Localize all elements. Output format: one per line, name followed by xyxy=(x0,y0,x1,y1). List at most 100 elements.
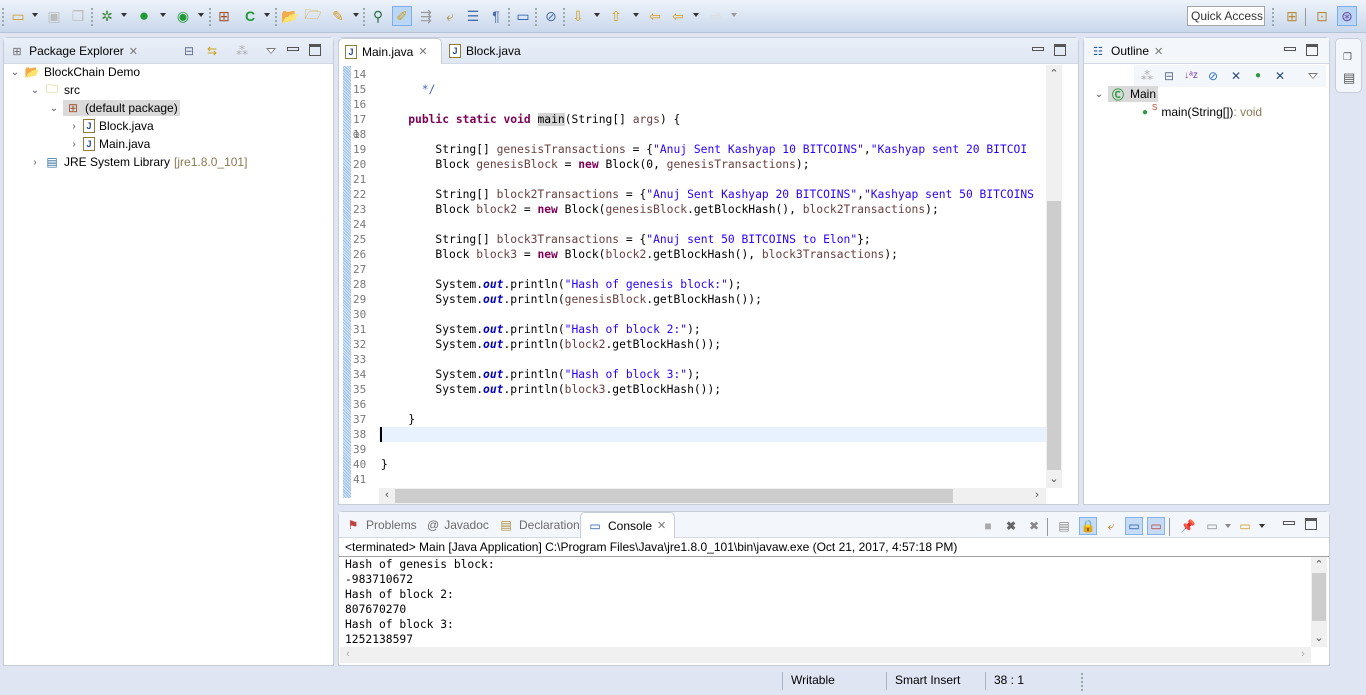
tree-item-jre-library[interactable]: › ▤ JRE System Library [jre1.8.0_101] xyxy=(30,153,247,171)
new-icon[interactable]: ▭ xyxy=(8,6,28,26)
minimize-icon[interactable] xyxy=(287,47,299,51)
show-on-stdout-icon[interactable]: ▭ xyxy=(1125,517,1143,535)
save-all-icon[interactable]: ❐ xyxy=(68,6,88,26)
scroll-left-icon[interactable]: ‹ xyxy=(340,648,356,660)
code-line[interactable]: String[] block2Transactions = {"Anuj Sen… xyxy=(381,187,1034,202)
tab-package-explorer[interactable]: ⊞ Package Explorer ✕ xyxy=(4,38,144,64)
scroll-right-icon[interactable]: › xyxy=(1029,489,1045,501)
show-on-stderr-icon[interactable]: ▭ xyxy=(1147,517,1165,535)
code-line[interactable]: Block block3 = new Block(block2.getBlock… xyxy=(381,247,898,262)
terminate-icon[interactable]: ■ xyxy=(979,517,997,535)
scroll-up-icon[interactable]: ⌃ xyxy=(1311,558,1327,571)
view-menu-icon[interactable] xyxy=(266,48,276,54)
next-annotation-dropdown[interactable] xyxy=(594,13,600,17)
minimize-icon[interactable] xyxy=(1283,521,1295,525)
toggle-block-selection-icon[interactable]: ⤶ xyxy=(440,6,460,26)
resource-perspective-icon[interactable]: ⊡ xyxy=(1312,6,1332,26)
sort-icon[interactable]: ↓ᵃz xyxy=(1184,69,1198,83)
code-line[interactable]: System.out.println(block2.getBlockHash()… xyxy=(381,337,721,352)
chevron-right-icon[interactable]: › xyxy=(69,121,79,132)
forward-dropdown[interactable] xyxy=(731,13,737,17)
scroll-left-icon[interactable]: ‹ xyxy=(379,489,395,501)
task-list-icon[interactable]: ▤ xyxy=(1343,70,1355,86)
editor-vertical-scrollbar[interactable]: ⌃ ⌄ xyxy=(1046,65,1062,488)
scroll-down-icon[interactable]: ⌄ xyxy=(1311,631,1327,644)
display-console-dropdown[interactable] xyxy=(1225,524,1231,528)
previous-annotation-icon[interactable]: ⇧ xyxy=(606,6,626,26)
save-icon[interactable]: ▣ xyxy=(44,6,64,26)
new-dropdown[interactable] xyxy=(32,13,38,17)
tree-item-project[interactable]: ⌄ 📂 BlockChain Demo xyxy=(10,63,140,81)
chevron-down-icon[interactable]: ⌄ xyxy=(30,85,40,96)
code-line[interactable]: public static void main(String[] args) { xyxy=(381,112,680,127)
scroll-thumb[interactable] xyxy=(395,489,953,503)
minimize-icon[interactable] xyxy=(1032,47,1044,51)
external-tools-dropdown[interactable] xyxy=(198,13,204,17)
chevron-down-icon[interactable]: ⌄ xyxy=(10,67,20,78)
maximize-icon[interactable] xyxy=(1054,44,1066,56)
console-vertical-scrollbar[interactable]: ⌃ ⌄ xyxy=(1311,557,1327,647)
scroll-thumb[interactable] xyxy=(1047,201,1061,470)
console-view-icon[interactable]: ▭ xyxy=(513,6,533,26)
display-console-icon[interactable]: ▭ xyxy=(1203,517,1221,535)
open-type-icon[interactable]: 📂 xyxy=(280,6,300,26)
new-class-dropdown[interactable] xyxy=(264,13,270,17)
chevron-down-icon[interactable]: ⌄ xyxy=(1094,89,1104,100)
code-line[interactable]: System.out.println("Hash of block 2:"); xyxy=(381,322,700,337)
tree-item-main-java[interactable]: › J Main.java xyxy=(69,135,150,153)
outline-item-method[interactable]: ● S main(String[]) : void xyxy=(1142,103,1262,121)
code-line[interactable]: */ xyxy=(381,82,436,97)
maximize-icon[interactable] xyxy=(1305,518,1317,530)
hide-non-public-icon[interactable]: ● xyxy=(1251,69,1265,83)
close-icon[interactable]: ✕ xyxy=(129,45,138,58)
run-icon[interactable]: ● xyxy=(134,6,154,26)
open-console-dropdown[interactable] xyxy=(1259,524,1265,528)
restore-icon[interactable]: ❐ xyxy=(1343,52,1352,63)
search-icon[interactable]: ✎ xyxy=(328,6,348,26)
remove-launch-icon[interactable]: ✖ xyxy=(1002,517,1020,535)
scroll-right-icon[interactable]: › xyxy=(1295,648,1311,660)
show-whitespace-icon[interactable]: ☰ xyxy=(463,6,483,26)
tab-console[interactable]: ▭ Console ✕ xyxy=(580,512,675,538)
hide-static-icon[interactable]: ✕ xyxy=(1229,69,1243,83)
tab-outline[interactable]: ☷ Outline ✕ xyxy=(1084,38,1169,64)
close-icon[interactable]: ✕ xyxy=(418,45,427,58)
hide-local-types-icon[interactable]: ✕ xyxy=(1273,69,1287,83)
java-perspective-icon[interactable]: ⊛ xyxy=(1337,6,1357,26)
minimize-icon[interactable] xyxy=(1284,47,1296,51)
scroll-down-icon[interactable]: ⌄ xyxy=(1046,472,1062,485)
tree-item-block-java[interactable]: › J Block.java xyxy=(69,117,154,135)
tab-main-java[interactable]: J Main.java ✕ xyxy=(338,38,442,64)
pin-console-icon[interactable]: 📌 xyxy=(1179,517,1197,535)
next-annotation-icon[interactable]: ⇩ xyxy=(568,6,588,26)
scroll-up-icon[interactable]: ⌃ xyxy=(1046,67,1062,80)
code-line[interactable]: } xyxy=(381,457,388,472)
maximize-icon[interactable] xyxy=(309,44,321,56)
mark-occurrences-icon[interactable]: ✐ xyxy=(392,6,412,26)
word-wrap-icon[interactable]: ⇶ xyxy=(416,6,436,26)
code-line[interactable]: } xyxy=(381,412,415,427)
open-type-hierarchy-icon[interactable]: ⚲ xyxy=(368,6,388,26)
close-icon[interactable]: ✕ xyxy=(1154,45,1163,58)
focus-active-task-icon[interactable]: ⁂ xyxy=(235,44,249,58)
debug-icon[interactable]: ✲ xyxy=(97,6,117,26)
scroll-lock-icon[interactable]: 🔒 xyxy=(1079,517,1097,535)
code-line[interactable]: String[] genesisTransactions = {"Anuj Se… xyxy=(381,142,1027,157)
tree-item-default-package[interactable]: ⌄ ⊞ (default package) xyxy=(49,99,180,117)
link-with-editor-icon[interactable]: ⇆ xyxy=(205,44,219,58)
view-menu-icon[interactable] xyxy=(1308,73,1318,79)
tab-javadoc[interactable]: @ Javadoc xyxy=(421,512,495,538)
run-dropdown[interactable] xyxy=(160,13,166,17)
console-horizontal-scrollbar[interactable]: ‹ › xyxy=(340,647,1311,663)
search-dropdown[interactable] xyxy=(353,13,359,17)
code-line[interactable]: System.out.println("Hash of genesis bloc… xyxy=(381,277,741,292)
forward-icon[interactable]: ⇨ xyxy=(706,6,726,26)
debug-dropdown[interactable] xyxy=(121,13,127,17)
maximize-icon[interactable] xyxy=(1306,44,1318,56)
new-java-package-icon[interactable]: ⊞ xyxy=(214,6,234,26)
scroll-thumb[interactable] xyxy=(1312,573,1326,621)
clear-console-icon[interactable]: ▤ xyxy=(1055,517,1073,535)
tab-problems[interactable]: ⚑ Problems xyxy=(339,512,423,538)
skip-breakpoints-icon[interactable]: ⊘ xyxy=(541,6,561,26)
external-tools-icon[interactable]: ◉ xyxy=(173,6,193,26)
